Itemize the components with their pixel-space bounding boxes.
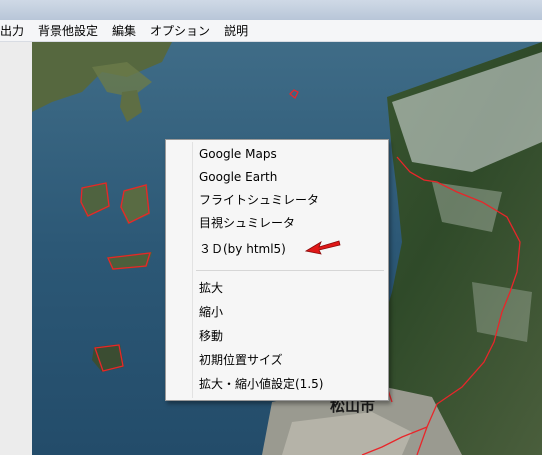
menu-item-move[interactable]: 移動 [169, 325, 383, 347]
menu-edit[interactable]: 編集 [105, 22, 143, 39]
menu-help[interactable]: 説明 [217, 22, 255, 39]
menu-item-google-maps[interactable]: Google Maps [169, 143, 383, 165]
menu-item-zoom-out[interactable]: 縮小 [169, 301, 383, 323]
menu-background-settings[interactable]: 背景他設定 [31, 22, 105, 39]
menu-item-zoom-factor-setting[interactable]: 拡大・縮小値設定(1.5) [169, 373, 383, 395]
window-titlebar [0, 0, 542, 20]
menu-item-flight-simulator[interactable]: フライトシュミレータ [169, 189, 383, 211]
menu-separator [196, 270, 384, 271]
menu-item-google-earth[interactable]: Google Earth [169, 166, 383, 188]
menu-item-zoom-in[interactable]: 拡大 [169, 277, 383, 299]
menu-item-3d-html5[interactable]: ３Ｄ(by html5) [169, 238, 383, 260]
menu-output[interactable]: 出力 [0, 22, 31, 39]
red-arrow-icon [305, 240, 341, 255]
menu-item-visual-simulator[interactable]: 目視シュミレータ [169, 212, 383, 234]
context-menu: Google Maps Google Earth フライトシュミレータ 目視シュ… [165, 139, 389, 401]
menu-bar: 出力 背景他設定 編集 オプション 説明 [0, 20, 542, 42]
menu-options[interactable]: オプション [143, 22, 217, 39]
menu-item-initial-position-size[interactable]: 初期位置サイズ [169, 349, 383, 371]
left-panel [0, 42, 33, 455]
